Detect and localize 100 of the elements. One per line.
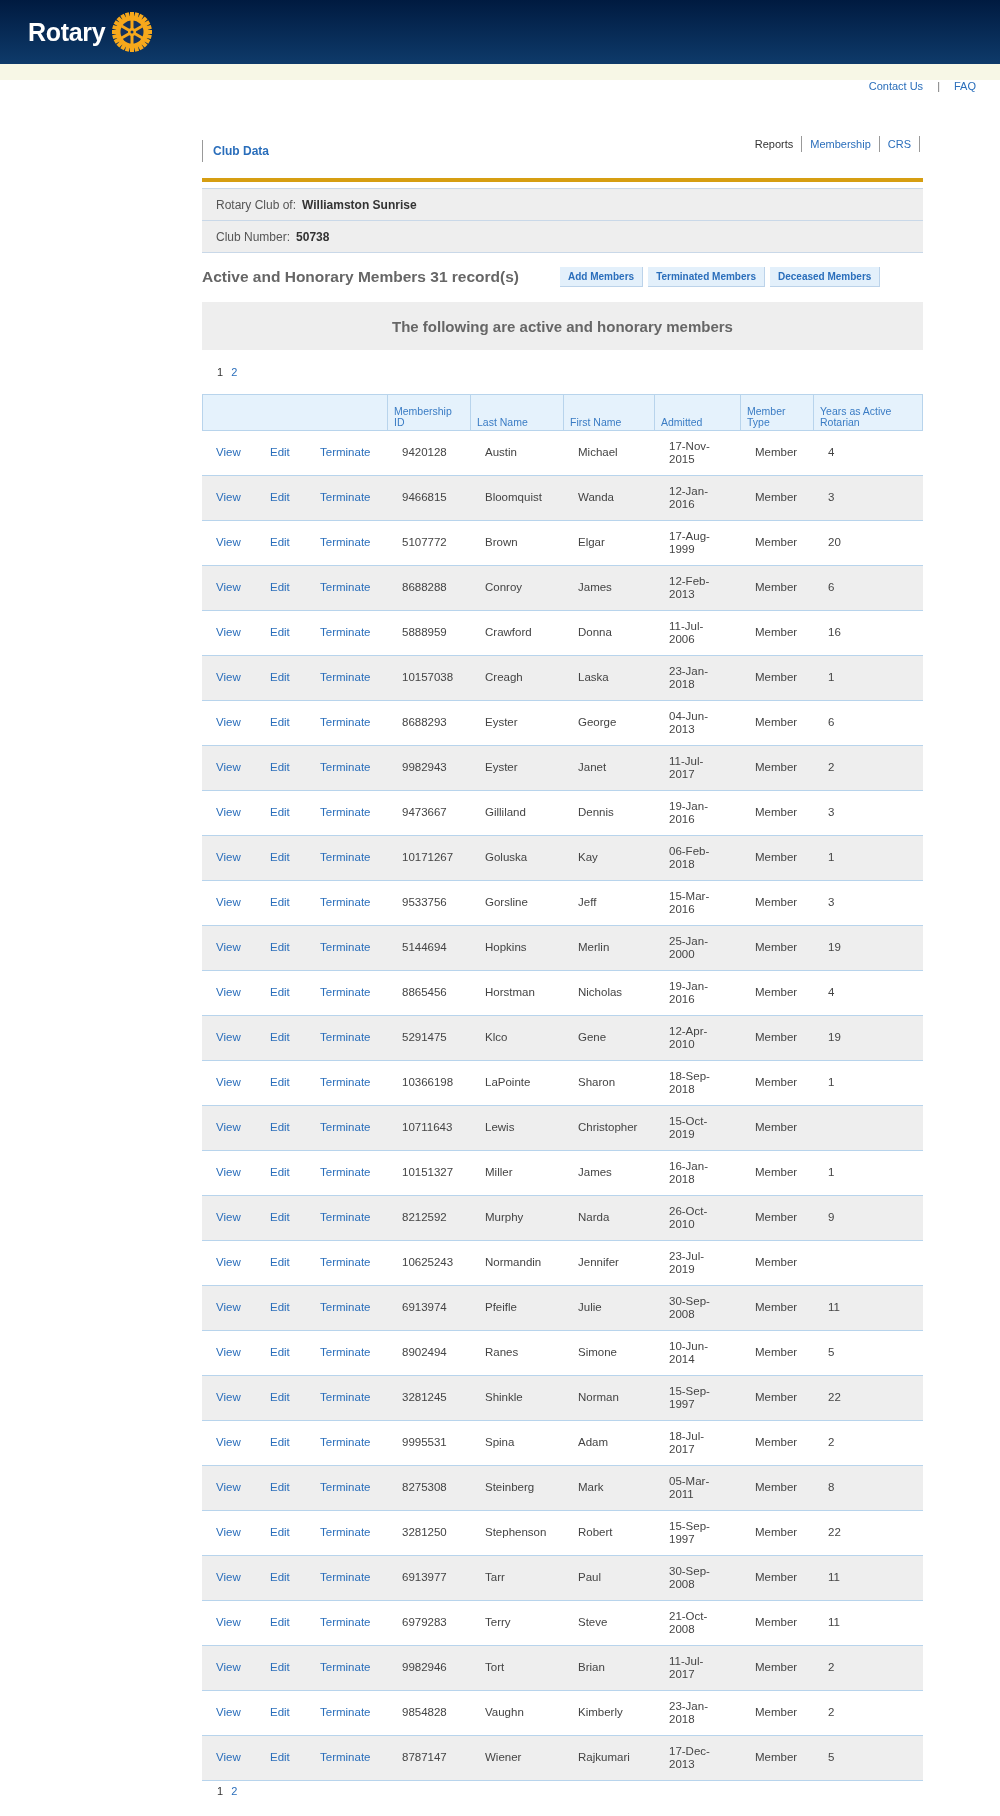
row-action-link[interactable]: View bbox=[216, 716, 241, 730]
row-action-link[interactable]: View bbox=[216, 581, 241, 595]
row-action-link[interactable]: Terminate bbox=[320, 1076, 371, 1090]
row-action-link[interactable]: Terminate bbox=[320, 1751, 371, 1765]
row-action-link[interactable]: View bbox=[216, 626, 241, 640]
row-action-link[interactable]: Edit bbox=[270, 1571, 290, 1585]
row-action-link[interactable]: View bbox=[216, 491, 241, 505]
row-action-link[interactable]: Terminate bbox=[320, 716, 371, 730]
row-action-link[interactable]: Edit bbox=[270, 986, 290, 1000]
row-action-link[interactable]: Edit bbox=[270, 1031, 290, 1045]
row-action-link[interactable]: Edit bbox=[270, 851, 290, 865]
row-action-link[interactable]: Terminate bbox=[320, 491, 371, 505]
row-action-link[interactable]: View bbox=[216, 1616, 241, 1630]
row-action-link[interactable]: Edit bbox=[270, 1256, 290, 1270]
row-action-link[interactable]: Edit bbox=[270, 1616, 290, 1630]
row-action-link[interactable]: View bbox=[216, 1076, 241, 1090]
row-action-link[interactable]: Edit bbox=[270, 1751, 290, 1765]
row-action-link[interactable]: View bbox=[216, 1031, 241, 1045]
row-action-link[interactable]: Edit bbox=[270, 896, 290, 910]
row-action-link[interactable]: View bbox=[216, 1526, 241, 1540]
row-action-link[interactable]: Edit bbox=[270, 1526, 290, 1540]
row-action-link[interactable]: View bbox=[216, 941, 241, 955]
row-action-link[interactable]: View bbox=[216, 1256, 241, 1270]
row-action-link[interactable]: Terminate bbox=[320, 1031, 371, 1045]
row-action-link[interactable]: Terminate bbox=[320, 1301, 371, 1315]
page-link[interactable]: 2 bbox=[231, 366, 238, 378]
row-action-link[interactable]: View bbox=[216, 1301, 241, 1315]
top-link[interactable]: Contact Us bbox=[868, 80, 924, 92]
row-action-link[interactable]: Terminate bbox=[320, 1166, 371, 1180]
members-button[interactable]: Add Members bbox=[560, 267, 644, 287]
row-action-link[interactable]: View bbox=[216, 536, 241, 550]
page-link[interactable]: 1 bbox=[217, 366, 224, 378]
row-action-link[interactable]: View bbox=[216, 986, 241, 1000]
row-action-link[interactable]: Edit bbox=[270, 491, 290, 505]
row-action-link[interactable]: Terminate bbox=[320, 1121, 371, 1135]
row-action-link[interactable]: View bbox=[216, 1571, 241, 1585]
row-action-link[interactable]: Terminate bbox=[320, 1661, 371, 1675]
row-action-link[interactable]: Edit bbox=[270, 1166, 290, 1180]
row-action-link[interactable]: Edit bbox=[270, 941, 290, 955]
row-action-link[interactable]: Terminate bbox=[320, 896, 371, 910]
row-action-link[interactable]: Terminate bbox=[320, 1436, 371, 1450]
row-action-link[interactable]: Terminate bbox=[320, 941, 371, 955]
row-action-link[interactable]: View bbox=[216, 1346, 241, 1360]
nav-tab[interactable]: CRS bbox=[879, 136, 920, 152]
row-action-link[interactable]: Terminate bbox=[320, 1481, 371, 1495]
row-action-link[interactable]: View bbox=[216, 446, 241, 460]
row-action-link[interactable]: Edit bbox=[270, 716, 290, 730]
row-action-link[interactable]: Terminate bbox=[320, 1526, 371, 1540]
row-action-link[interactable]: Edit bbox=[270, 1481, 290, 1495]
row-action-link[interactable]: View bbox=[216, 1166, 241, 1180]
row-action-link[interactable]: Edit bbox=[270, 1301, 290, 1315]
members-button[interactable]: Terminated Members bbox=[648, 267, 765, 287]
nav-tab[interactable]: Membership bbox=[802, 136, 880, 152]
nav-tab[interactable]: Reports bbox=[746, 136, 803, 152]
row-action-link[interactable]: Edit bbox=[270, 1436, 290, 1450]
row-action-link[interactable]: Terminate bbox=[320, 1256, 371, 1270]
row-action-link[interactable]: View bbox=[216, 1211, 241, 1225]
members-button[interactable]: Deceased Members bbox=[769, 267, 881, 287]
row-action-link[interactable]: View bbox=[216, 851, 241, 865]
row-action-link[interactable]: Edit bbox=[270, 1346, 290, 1360]
row-action-link[interactable]: Terminate bbox=[320, 626, 371, 640]
row-action-link[interactable]: Terminate bbox=[320, 761, 371, 775]
row-action-link[interactable]: Edit bbox=[270, 1076, 290, 1090]
row-action-link[interactable]: Edit bbox=[270, 626, 290, 640]
row-action-link[interactable]: Edit bbox=[270, 1706, 290, 1720]
row-action-link[interactable]: Edit bbox=[270, 1121, 290, 1135]
row-action-link[interactable]: Edit bbox=[270, 1661, 290, 1675]
row-action-link[interactable]: Edit bbox=[270, 761, 290, 775]
row-action-link[interactable]: Terminate bbox=[320, 1616, 371, 1630]
row-action-link[interactable]: View bbox=[216, 671, 241, 685]
row-action-link[interactable]: Edit bbox=[270, 581, 290, 595]
row-action-link[interactable]: View bbox=[216, 1481, 241, 1495]
row-action-link[interactable]: Terminate bbox=[320, 806, 371, 820]
row-action-link[interactable]: Edit bbox=[270, 536, 290, 550]
row-action-link[interactable]: View bbox=[216, 1436, 241, 1450]
page-link[interactable]: 2 bbox=[231, 1785, 238, 1797]
row-action-link[interactable]: Terminate bbox=[320, 1346, 371, 1360]
row-action-link[interactable]: Terminate bbox=[320, 1706, 371, 1720]
row-action-link[interactable]: Terminate bbox=[320, 671, 371, 685]
row-action-link[interactable]: View bbox=[216, 761, 241, 775]
row-action-link[interactable]: View bbox=[216, 1391, 241, 1405]
row-action-link[interactable]: View bbox=[216, 1706, 241, 1720]
row-action-link[interactable]: Terminate bbox=[320, 851, 371, 865]
row-action-link[interactable]: View bbox=[216, 896, 241, 910]
row-action-link[interactable]: Edit bbox=[270, 806, 290, 820]
row-action-link[interactable]: Edit bbox=[270, 671, 290, 685]
row-action-link[interactable]: Terminate bbox=[320, 1571, 371, 1585]
row-action-link[interactable]: Terminate bbox=[320, 1391, 371, 1405]
row-action-link[interactable]: View bbox=[216, 1661, 241, 1675]
row-action-link[interactable]: Edit bbox=[270, 1211, 290, 1225]
row-action-link[interactable]: Terminate bbox=[320, 536, 371, 550]
row-action-link[interactable]: Edit bbox=[270, 1391, 290, 1405]
row-action-link[interactable]: Terminate bbox=[320, 446, 371, 460]
row-action-link[interactable]: Terminate bbox=[320, 986, 371, 1000]
row-action-link[interactable]: View bbox=[216, 806, 241, 820]
row-action-link[interactable]: View bbox=[216, 1121, 241, 1135]
top-link[interactable]: FAQ bbox=[954, 80, 976, 92]
page-link[interactable]: 1 bbox=[217, 1785, 224, 1797]
row-action-link[interactable]: Terminate bbox=[320, 1211, 371, 1225]
row-action-link[interactable]: Edit bbox=[270, 446, 290, 460]
